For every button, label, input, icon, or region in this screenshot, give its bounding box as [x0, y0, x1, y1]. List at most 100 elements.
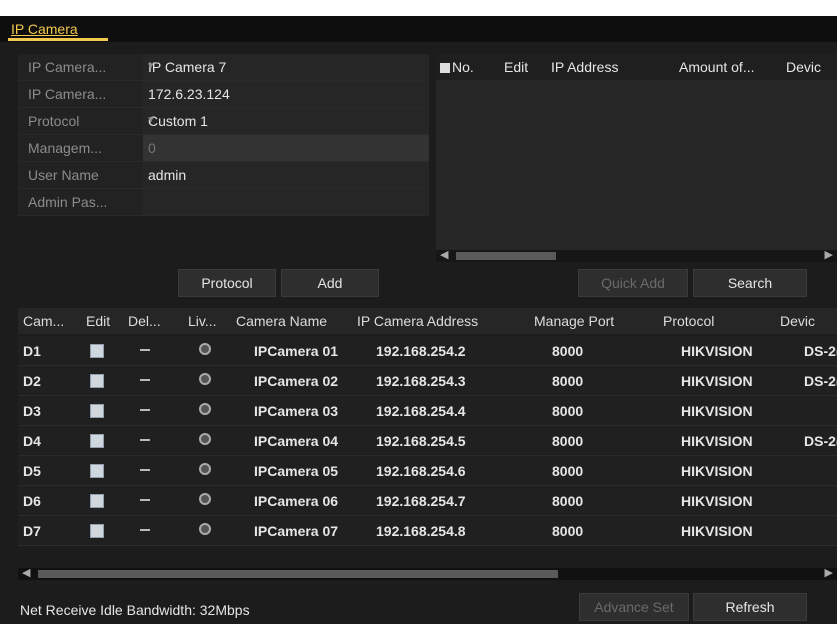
camera-id: D6: [23, 493, 41, 509]
form-label: User Name: [28, 167, 99, 183]
live-view-icon[interactable]: [199, 523, 211, 535]
camera-ip-address: 192.168.254.2: [376, 343, 466, 359]
title-bar: IP Camera: [0, 16, 837, 42]
ip-camera-panel: IP Camera IP Camera... IP Camera 7 ▾ IP …: [0, 16, 837, 624]
manage-port: 8000: [552, 373, 584, 389]
admin-password-field[interactable]: [143, 189, 429, 215]
form-row-admin-password: Admin Pas...: [18, 189, 429, 216]
delete-icon[interactable]: [140, 439, 150, 441]
col-edit[interactable]: Edit: [86, 313, 110, 329]
select-all-checkbox[interactable]: No.: [440, 59, 474, 75]
scroll-thumb[interactable]: [38, 570, 558, 578]
camera-ip-address: 192.168.254.3: [376, 373, 466, 389]
table-row[interactable]: D4 IPCamera 04 192.168.254.5 8000 HIKVISION D…: [18, 426, 837, 456]
col-manage-port[interactable]: Manage Port: [534, 313, 614, 329]
user-name-value: admin: [148, 167, 187, 183]
live-view-icon[interactable]: [199, 433, 211, 445]
table-row[interactable]: D1 IPCamera 01 192.168.254.2 8000 HIKVISION D…: [18, 336, 837, 366]
live-view-icon[interactable]: [199, 343, 211, 355]
delete-icon[interactable]: [140, 499, 150, 501]
col-device[interactable]: Devic: [780, 313, 815, 329]
form-row-management-port: Managem... 0: [18, 135, 429, 162]
col-protocol[interactable]: Protocol: [663, 313, 714, 329]
refresh-button[interactable]: Refresh: [693, 593, 807, 621]
edit-icon[interactable]: [90, 344, 104, 358]
camera-id: D1: [23, 343, 41, 359]
checkbox-icon: [440, 63, 450, 73]
scroll-left-icon[interactable]: ◀: [440, 248, 448, 261]
protocol-name: HIKVISION: [681, 343, 753, 359]
manage-port: 8000: [552, 343, 584, 359]
search-button[interactable]: Search: [693, 269, 807, 297]
ip-address-field[interactable]: 172.6.23.124: [143, 81, 429, 107]
manage-port: 8000: [552, 433, 584, 449]
tab-ip-camera[interactable]: IP Camera: [11, 21, 78, 37]
protocol-name: HIKVISION: [681, 523, 753, 539]
scroll-right-icon[interactable]: ▶: [825, 566, 833, 579]
table-row[interactable]: D3 IPCamera 03 192.168.254.4 8000 HIKVISION: [18, 396, 837, 426]
horizontal-scrollbar[interactable]: ◀ ▶: [436, 248, 837, 262]
form-row-camera-name: IP Camera... IP Camera 7 ▾: [18, 54, 429, 81]
live-view-icon[interactable]: [199, 403, 211, 415]
table-row[interactable]: D2 IPCamera 02 192.168.254.3 8000 HIKVISION D…: [18, 366, 837, 396]
table-header: Cam... Edit Del... Liv... Camera Name IP…: [18, 308, 837, 334]
camera-id: D4: [23, 433, 41, 449]
col-ip-address[interactable]: IP Camera Address: [357, 313, 478, 329]
camera-select[interactable]: IP Camera 7 ▾: [143, 54, 429, 80]
list-header: No. Edit IP Address Amount of... Devic: [436, 54, 837, 80]
camera-name: IPCamera 02: [254, 373, 339, 389]
form-label: IP Camera...: [28, 59, 107, 75]
col-live[interactable]: Liv...: [188, 313, 217, 329]
table-row[interactable]: D6 IPCamera 06 192.168.254.7 8000 HIKVISION: [18, 486, 837, 516]
manage-port: 8000: [552, 523, 584, 539]
form-label: IP Camera...: [28, 86, 107, 102]
scroll-right-icon[interactable]: ▶: [825, 248, 833, 261]
form-row-ip-address: IP Camera... 172.6.23.124: [18, 81, 429, 108]
camera-name: IPCamera 04: [254, 433, 339, 449]
protocol-name: HIKVISION: [681, 403, 753, 419]
camera-ip-address: 192.168.254.5: [376, 433, 466, 449]
camera-name: IPCamera 05: [254, 463, 339, 479]
ip-address-value: 172.6.23.124: [148, 86, 230, 102]
col-camera[interactable]: Cam...: [23, 313, 64, 329]
live-view-icon[interactable]: [199, 463, 211, 475]
form-label: Managem...: [28, 140, 102, 156]
camera-ip-address: 192.168.254.7: [376, 493, 466, 509]
protocol-name: HIKVISION: [681, 433, 753, 449]
form-row-protocol: Protocol Custom 1 ▾: [18, 108, 429, 135]
advance-set-button[interactable]: Advance Set: [579, 593, 689, 621]
user-name-field[interactable]: admin: [143, 162, 429, 188]
protocol-select[interactable]: Custom 1 ▾: [143, 108, 429, 134]
header-ip-address: IP Address: [551, 59, 619, 75]
edit-icon[interactable]: [90, 404, 104, 418]
protocol-name: HIKVISION: [681, 493, 753, 509]
camera-id: D7: [23, 523, 41, 539]
edit-icon[interactable]: [90, 524, 104, 538]
delete-icon[interactable]: [140, 349, 150, 351]
add-button[interactable]: Add: [281, 269, 379, 297]
edit-icon[interactable]: [90, 464, 104, 478]
col-delete[interactable]: Del...: [128, 313, 161, 329]
col-camera-name[interactable]: Camera Name: [236, 313, 327, 329]
delete-icon[interactable]: [140, 379, 150, 381]
delete-icon[interactable]: [140, 529, 150, 531]
edit-icon[interactable]: [90, 434, 104, 448]
live-view-icon[interactable]: [199, 493, 211, 505]
live-view-icon[interactable]: [199, 373, 211, 385]
table-row[interactable]: D7 IPCamera 07 192.168.254.8 8000 HIKVISION: [18, 516, 837, 546]
protocol-button[interactable]: Protocol: [178, 269, 276, 297]
edit-icon[interactable]: [90, 374, 104, 388]
edit-icon[interactable]: [90, 494, 104, 508]
quick-add-button[interactable]: Quick Add: [578, 269, 688, 297]
camera-name: IPCamera 03: [254, 403, 339, 419]
table-row[interactable]: D5 IPCamera 05 192.168.254.6 8000 HIKVISION: [18, 456, 837, 486]
device-model: DS-2(: [804, 433, 837, 449]
protocol-name: HIKVISION: [681, 373, 753, 389]
delete-icon[interactable]: [140, 409, 150, 411]
table-horizontal-scrollbar[interactable]: ◀ ▶: [18, 566, 837, 580]
device-model: DS-2(: [804, 373, 837, 389]
scroll-left-icon[interactable]: ◀: [22, 566, 30, 579]
scroll-thumb[interactable]: [456, 252, 556, 260]
header-device: Devic: [786, 59, 822, 75]
delete-icon[interactable]: [140, 469, 150, 471]
